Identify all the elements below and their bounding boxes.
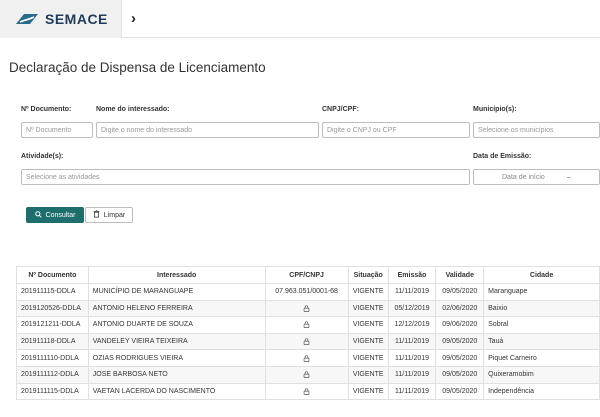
interessado-label: Nome do interessado:: [96, 106, 170, 113]
cell-cpf: [264, 299, 349, 318]
search-icon: [34, 210, 42, 220]
numero-label: Nº Documento:: [21, 106, 72, 113]
table-row[interactable]: 2019111110-DDLA OZIAS RODRIGUES VIEIRA VIG…: [16, 349, 600, 367]
cell-cpf: 07.963.051/0001-68: [264, 283, 349, 301]
cell-situacao: VIGENTE: [347, 316, 389, 334]
emissao-label: Data de Emissão:: [473, 153, 532, 160]
cell-interessado: ANTONIO HELENO FERREIRA: [87, 299, 266, 318]
limpar-button[interactable]: Limpar: [85, 207, 133, 223]
cell-numero: 2019111112-DDLA: [16, 365, 89, 384]
limpar-label: Limpar: [103, 211, 126, 219]
lock-icon: [303, 388, 310, 395]
cell-numero: 2019121211-DDLA: [16, 316, 89, 334]
cell-situacao: VIGENTE: [347, 332, 389, 351]
cell-cpf: [264, 349, 349, 367]
emissao-date-range[interactable]: Data de início –: [473, 169, 600, 185]
cell-situacao: VIGENTE: [347, 349, 389, 367]
lock-icon: [303, 371, 310, 379]
semace-logo-icon: [16, 14, 38, 24]
cell-cidade: Quixeramobim: [483, 365, 600, 384]
consultar-button[interactable]: Consultar: [26, 207, 84, 223]
cell-cidade: Piquet Carneiro: [483, 349, 600, 367]
interessado-input[interactable]: Digite o nome do interessado: [96, 122, 319, 138]
lock-icon: [303, 338, 310, 345]
cell-interessado: MUNICÍPIO DE MARANGUAPE: [87, 283, 266, 301]
table-row[interactable]: 201911115-DDLA MUNICÍPIO DE MARANGUAPE 07.…: [16, 283, 600, 301]
cell-cpf: [264, 365, 349, 384]
cell-validade: 09/06/2020: [435, 316, 485, 334]
cell-numero: 2019111110-DDLA: [16, 349, 89, 367]
table-row[interactable]: 201911118-DDLA VANDELEY VIEIRA TEIXEIRA VI…: [16, 332, 600, 351]
cell-validade: 09/05/2020: [435, 283, 485, 301]
cell-numero: 201911115-DDLA: [16, 283, 89, 301]
cell-validade: 02/06/2020: [435, 299, 485, 318]
cell-cidade: Independência: [483, 382, 600, 401]
header-emissao[interactable]: Emissão: [387, 266, 437, 284]
chevron-right-icon[interactable]: ›: [131, 10, 136, 27]
cell-cpf: [264, 382, 349, 401]
cell-situacao: VIGENTE: [347, 283, 389, 301]
cell-interessado: ANTONIO DUARTE DE SOUZA: [87, 316, 266, 334]
date-start-input[interactable]: Data de início: [502, 174, 545, 181]
cell-emissao: 11/11/2019: [387, 382, 437, 401]
table-row[interactable]: 2019111112-DDLA JOSE BARBOSA NETO VIGENTE 1…: [16, 365, 600, 384]
cell-cidade: Maranguape: [483, 283, 600, 301]
table-row[interactable]: 2019120526-DDLA ANTONIO HELENO FERREIRA VI…: [16, 299, 600, 318]
table-row[interactable]: 2019121211-DDLA ANTONIO DUARTE DE SOUZA VI…: [16, 316, 600, 334]
table-row[interactable]: 2019111115-DDLA VAETAN LACERDA DO NASCIME…: [16, 382, 600, 401]
numero-input[interactable]: Nº Documento: [21, 122, 93, 138]
cell-emissao: 11/11/2019: [387, 349, 437, 367]
header-cpf[interactable]: CPF/CNPJ: [264, 266, 349, 284]
consultar-label: Consultar: [45, 211, 76, 219]
cell-emissao: 11/11/2019: [387, 365, 437, 384]
cell-interessado: OZIAS RODRIGUES VIEIRA: [87, 349, 266, 367]
cpf-input[interactable]: Digite o CNPJ ou CPF: [322, 122, 470, 138]
cell-validade: 09/05/2020: [435, 332, 485, 351]
lock-icon: [303, 354, 310, 362]
atividade-label: Atividade(s):: [21, 153, 64, 160]
cell-cidade: Baixio: [483, 299, 600, 318]
cell-cidade: Tauá: [483, 332, 600, 351]
page-title: Declaração de Dispensa de Licenciamento: [9, 60, 266, 75]
date-separator: –: [566, 173, 571, 181]
cell-numero: 2019111115-DDLA: [16, 382, 89, 401]
cell-validade: 09/05/2020: [435, 365, 485, 384]
cpf-label: CNPJ/CPF:: [322, 106, 359, 113]
cell-interessado: VANDELEY VIEIRA TEIXEIRA: [87, 332, 266, 351]
cell-numero: 2019120526-DDLA: [16, 299, 89, 318]
brand-name: SEMACE: [45, 11, 108, 27]
municipio-select[interactable]: Selecione os municípios: [473, 122, 600, 138]
cell-emissao: 05/12/2019: [387, 299, 437, 318]
cell-situacao: VIGENTE: [347, 382, 389, 401]
cell-emissao: 11/11/2019: [387, 283, 437, 301]
header-situacao[interactable]: Situação: [347, 266, 389, 284]
table-header-row: Nº Documento Interessado CPF/CNPJ Situaç…: [16, 266, 600, 284]
header-interessado[interactable]: Interessado: [87, 266, 266, 284]
cell-emissao: 11/11/2019: [387, 332, 437, 351]
cell-cpf: [264, 332, 349, 351]
cell-situacao: VIGENTE: [347, 299, 389, 318]
municipio-label: Município(s):: [473, 106, 517, 113]
brand-logo[interactable]: SEMACE: [0, 0, 122, 38]
cell-numero: 201911118-DDLA: [16, 332, 89, 351]
cell-interessado: JOSE BARBOSA NETO: [87, 365, 266, 384]
cell-validade: 09/05/2020: [435, 349, 485, 367]
top-bar: SEMACE ›: [0, 0, 600, 38]
header-validade[interactable]: Validade: [435, 266, 485, 284]
cell-cidade: Sobral: [483, 316, 600, 334]
cell-cpf: [264, 316, 349, 334]
cell-interessado: VAETAN LACERDA DO NASCIMENTO: [87, 382, 266, 401]
cell-situacao: VIGENTE: [347, 365, 389, 384]
results-table: Nº Documento Interessado CPF/CNPJ Situaç…: [16, 266, 600, 401]
table-body: 201911115-DDLA MUNICÍPIO DE MARANGUAPE 07.…: [16, 283, 600, 401]
header-numero[interactable]: Nº Documento: [16, 266, 89, 284]
header-cidade[interactable]: Cidade: [483, 266, 600, 284]
trash-icon: [93, 210, 100, 220]
lock-icon: [303, 321, 310, 329]
cell-validade: 09/05/2020: [435, 382, 485, 401]
lock-icon: [303, 305, 310, 312]
atividade-select[interactable]: Selecione as atividades: [21, 169, 470, 185]
cell-emissao: 12/12/2019: [387, 316, 437, 334]
